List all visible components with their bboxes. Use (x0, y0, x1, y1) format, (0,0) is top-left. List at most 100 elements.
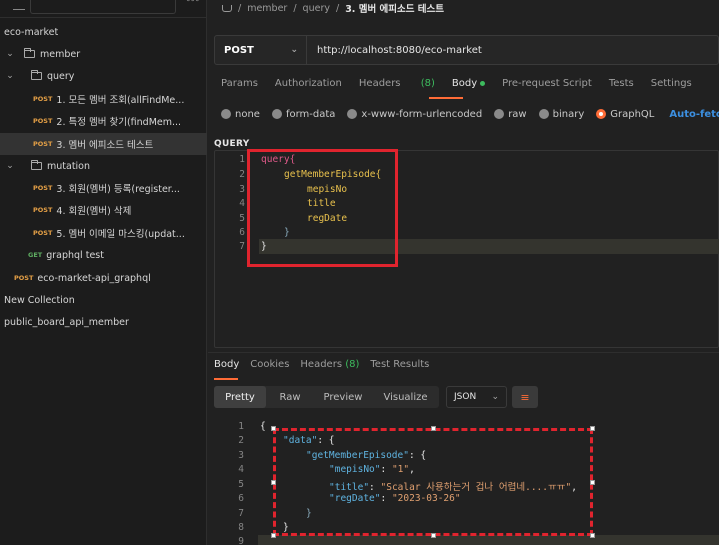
tab-body[interactable]: Body (451, 78, 486, 89)
request-label: eco-market-api_graphql (37, 272, 151, 284)
tab-settings[interactable]: Settings (651, 78, 692, 89)
collection-label: public_board_api_member (4, 316, 129, 328)
breadcrumb-query[interactable]: query (303, 3, 330, 14)
radio-label: GraphQL (610, 108, 655, 120)
radio-label: binary (552, 108, 585, 120)
resize-handle[interactable] (590, 533, 595, 538)
chevron-down-icon[interactable]: ⌄ (5, 161, 15, 171)
tab-response-headers[interactable]: Headers (8) (300, 359, 359, 370)
method-select[interactable]: POST ⌄ (215, 36, 307, 64)
search-field[interactable] (30, 0, 176, 14)
view-preview[interactable]: Preview (314, 386, 372, 408)
view-pretty[interactable]: Pretty (214, 386, 266, 408)
selection-box (273, 428, 593, 536)
request-icon (222, 4, 232, 12)
query-editor[interactable]: 1 2 3 4 5 6 7 query{ getMemberEpisode{ m… (214, 149, 719, 348)
more-icon[interactable]: °°° (186, 0, 200, 8)
tab-prerequest[interactable]: Pre-request Script (502, 78, 592, 89)
method-badge: POST (33, 206, 53, 214)
request-item-3-selected[interactable]: POST 3. 멤버 에피소드 테스트 (0, 133, 207, 155)
resize-handle[interactable] (590, 480, 595, 485)
request-label: 3. 회원(멤버) 등록(register... (56, 184, 180, 195)
line-number: 3 (238, 450, 244, 461)
request-item-delete[interactable]: POST 4. 회원(멤버) 삭제 (0, 199, 207, 221)
breadcrumb-current[interactable]: 3. 멤버 에피소드 테스트 (345, 1, 444, 15)
filter-icon[interactable] (13, 0, 25, 10)
chevron-down-icon[interactable]: ⌄ (5, 49, 15, 59)
autofetch-toggle[interactable]: Auto-fetch (669, 109, 719, 120)
body-type-binary[interactable]: binary (538, 108, 585, 120)
request-item-1[interactable]: POST 1. 모든 멤버 조회(allFindMe... (0, 88, 207, 110)
resize-handle[interactable] (271, 533, 276, 538)
resize-handle[interactable] (271, 480, 276, 485)
request-tabs: Params Authorization Headers (8) Body Pr… (221, 78, 709, 89)
folder-icon (31, 70, 42, 80)
tab-response-cookies[interactable]: Cookies (250, 359, 289, 370)
resize-handle[interactable] (431, 533, 436, 538)
resize-handle[interactable] (431, 426, 436, 431)
workspace-label: eco-market (4, 26, 59, 38)
breadcrumb-separator: / (293, 2, 297, 14)
folder-label: member (40, 48, 81, 60)
response-viewer[interactable]: 1 2 3 4 5 6 7 8 9 { "data": { "getMember… (214, 418, 719, 545)
tab-test-results[interactable]: Test Results (370, 359, 429, 370)
radio-selected-icon (596, 109, 607, 119)
active-response-tab-indicator (214, 378, 238, 380)
request-label: 3. 멤버 에피소드 테스트 (56, 140, 154, 151)
format-select[interactable]: JSON ⌄ (446, 386, 507, 408)
body-type-formdata[interactable]: form-data (271, 109, 335, 120)
line-number: 4 (238, 464, 244, 475)
view-raw[interactable]: Raw (266, 386, 314, 408)
tab-headers-label: Headers (358, 78, 401, 89)
request-item-register[interactable]: POST 3. 회원(멤버) 등록(register... (0, 177, 207, 199)
folder-label: query (47, 70, 75, 82)
body-type-none[interactable]: none (221, 109, 260, 120)
breadcrumb-member[interactable]: member (247, 3, 287, 14)
tab-response-body[interactable]: Body (214, 359, 239, 370)
view-mode-switch: Pretty Raw Preview Visualize (214, 386, 439, 408)
radio-icon (271, 109, 282, 119)
request-label: 4. 회원(멤버) 삭제 (56, 206, 132, 217)
collection-public-board[interactable]: public_board_api_member (0, 311, 207, 333)
collection-new[interactable]: New Collection (0, 289, 207, 311)
resize-handle[interactable] (590, 426, 595, 431)
folder-member[interactable]: ⌄ member (0, 43, 207, 65)
tab-params[interactable]: Params (221, 78, 258, 89)
radio-icon (538, 109, 549, 119)
method-badge: POST (14, 274, 34, 282)
collection-label: New Collection (4, 294, 75, 306)
line-number: 2 (239, 169, 245, 180)
response-tabs: Body Cookies Headers (8) Test Results (214, 359, 440, 370)
wrap-lines-icon[interactable]: ≡ (512, 386, 538, 408)
folder-mutation[interactable]: ⌄ mutation (0, 155, 207, 177)
main-panel: / member / query / 3. 멤버 에피소드 테스트 POST ⌄… (208, 0, 719, 545)
line-number: 5 (239, 213, 245, 224)
request-item-api-graphql[interactable]: POST eco-market-api_graphql (0, 267, 207, 289)
format-label: JSON (454, 392, 477, 402)
radio-icon (347, 109, 358, 119)
tab-body-label: Body (451, 78, 478, 89)
view-visualize[interactable]: Visualize (372, 386, 439, 408)
request-item-graphql-test[interactable]: GET graphql test (0, 244, 207, 266)
radio-icon (494, 109, 505, 119)
tab-headers[interactable]: Headers (8) (359, 78, 435, 89)
tab-tests[interactable]: Tests (609, 78, 634, 89)
request-item-2[interactable]: POST 2. 특정 멤버 찾기(findMem... (0, 110, 207, 132)
body-type-raw[interactable]: raw (494, 109, 527, 120)
resize-handle[interactable] (271, 426, 276, 431)
line-number: 3 (239, 184, 245, 195)
tab-authorization[interactable]: Authorization (275, 78, 342, 89)
request-item-masking[interactable]: POST 5. 멤버 이메일 마스킹(updat... (0, 222, 207, 244)
url-input[interactable]: http://localhost:8080/eco-market (307, 45, 482, 56)
breadcrumb-separator: / (335, 2, 340, 14)
body-type-urlencoded[interactable]: x-www-form-urlencoded (347, 109, 482, 120)
chevron-down-icon[interactable]: ⌄ (5, 71, 15, 81)
method-label: POST (224, 44, 254, 56)
panel-divider[interactable] (208, 352, 719, 353)
folder-query[interactable]: ⌄ query (0, 65, 207, 87)
current-line-highlight (258, 535, 719, 545)
line-number: 2 (238, 435, 244, 446)
workspace-title[interactable]: eco-market (0, 21, 207, 43)
body-type-graphql[interactable]: GraphQL (596, 109, 654, 120)
line-number: 7 (238, 508, 244, 519)
